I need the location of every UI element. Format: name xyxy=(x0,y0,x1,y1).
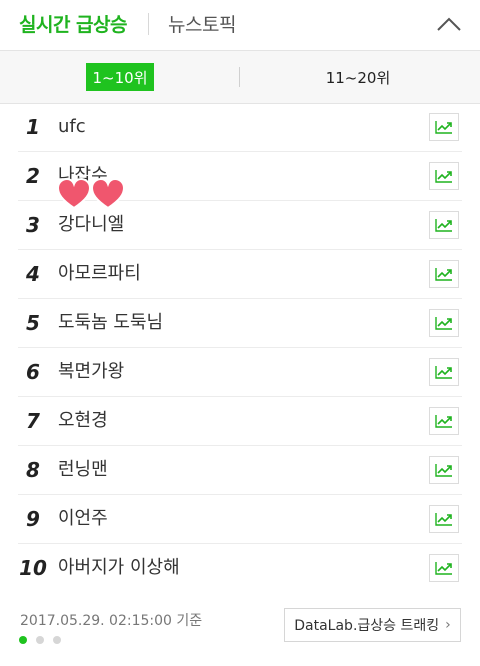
list-item[interactable]: 9 이언주 xyxy=(18,495,462,544)
rank-range-tabs: 1~10위 11~20위 xyxy=(0,50,480,104)
pager-dot-3[interactable] xyxy=(53,636,61,644)
list-item[interactable]: 1 ufc xyxy=(18,103,462,152)
trend-chart-icon xyxy=(435,366,452,379)
list-item[interactable]: 7 오현경 xyxy=(18,397,462,446)
heart-stickers-icon xyxy=(56,178,126,210)
trend-chart-button[interactable] xyxy=(429,554,459,582)
list-item[interactable]: 6 복면가왕 xyxy=(18,348,462,397)
rank-number: 1 xyxy=(26,115,40,139)
tab-news-topic[interactable]: 뉴스토픽 xyxy=(168,10,236,37)
keyword-link[interactable]: 이언주 xyxy=(58,495,108,543)
rank-number: 7 xyxy=(26,409,40,433)
pager-dot-2[interactable] xyxy=(36,636,44,644)
footer: 2017.05.29. 02:15:00 기준 DataLab.급상승 트래킹 … xyxy=(0,596,480,666)
subtab-divider xyxy=(239,67,240,87)
update-timestamp: 2017.05.29. 02:15:00 기준 xyxy=(20,613,203,629)
keyword-link[interactable]: 도둑놈 도둑님 xyxy=(58,299,163,347)
rank-number: 10 xyxy=(19,556,47,580)
trend-chart-icon xyxy=(435,415,452,428)
keyword-link[interactable]: 런닝맨 xyxy=(58,446,108,494)
rank-number: 3 xyxy=(26,213,40,237)
keyword-link[interactable]: 복면가왕 xyxy=(58,348,124,396)
datalab-label: DataLab.급상승 트래킹 xyxy=(294,618,440,634)
tab-rank-11-20[interactable]: 11~20위 xyxy=(318,63,398,91)
collapse-button[interactable] xyxy=(434,10,464,36)
list-item[interactable]: 8 런닝맨 xyxy=(18,446,462,495)
trend-chart-icon xyxy=(435,219,452,232)
trend-chart-button[interactable] xyxy=(429,309,459,337)
datalab-tracking-button[interactable]: DataLab.급상승 트래킹 › xyxy=(284,608,461,642)
trend-chart-icon xyxy=(435,121,452,134)
trend-chart-button[interactable] xyxy=(429,358,459,386)
keyword-link[interactable]: 아버지가 이상해 xyxy=(58,544,180,592)
tab-realtime[interactable]: 실시간 급상승 xyxy=(19,10,128,37)
trend-chart-icon xyxy=(435,562,452,575)
header: 실시간 급상승 뉴스토픽 xyxy=(0,0,480,48)
rank-number: 9 xyxy=(26,507,40,531)
pager-dots xyxy=(19,636,61,644)
trend-chart-icon xyxy=(435,513,452,526)
trend-chart-button[interactable] xyxy=(429,211,459,239)
trend-chart-icon xyxy=(435,464,452,477)
trend-chart-button[interactable] xyxy=(429,260,459,288)
header-divider xyxy=(148,13,149,35)
trend-chart-button[interactable] xyxy=(429,113,459,141)
trend-chart-icon xyxy=(435,317,452,330)
trend-chart-icon xyxy=(435,170,452,183)
rank-number: 5 xyxy=(26,311,40,335)
trend-chart-icon xyxy=(435,268,452,281)
chevron-up-icon xyxy=(437,17,461,31)
keyword-link[interactable]: 아모르파티 xyxy=(58,250,141,298)
list-item[interactable]: 5 도둑놈 도둑님 xyxy=(18,299,462,348)
list-item[interactable]: 4 아모르파티 xyxy=(18,250,462,299)
rank-number: 4 xyxy=(26,262,40,286)
trend-chart-button[interactable] xyxy=(429,162,459,190)
rank-number: 6 xyxy=(26,360,40,384)
rank-number: 2 xyxy=(26,164,40,188)
tab-rank-1-10[interactable]: 1~10위 xyxy=(86,63,154,91)
trend-chart-button[interactable] xyxy=(429,456,459,484)
keyword-link[interactable]: ufc xyxy=(58,103,86,151)
list-item[interactable]: 10 아버지가 이상해 xyxy=(18,544,462,592)
trend-chart-button[interactable] xyxy=(429,407,459,435)
pager-dot-1[interactable] xyxy=(19,636,27,644)
trend-chart-button[interactable] xyxy=(429,505,459,533)
keyword-link[interactable]: 오현경 xyxy=(58,397,108,445)
rank-number: 8 xyxy=(26,458,40,482)
chevron-right-icon: › xyxy=(445,617,451,633)
